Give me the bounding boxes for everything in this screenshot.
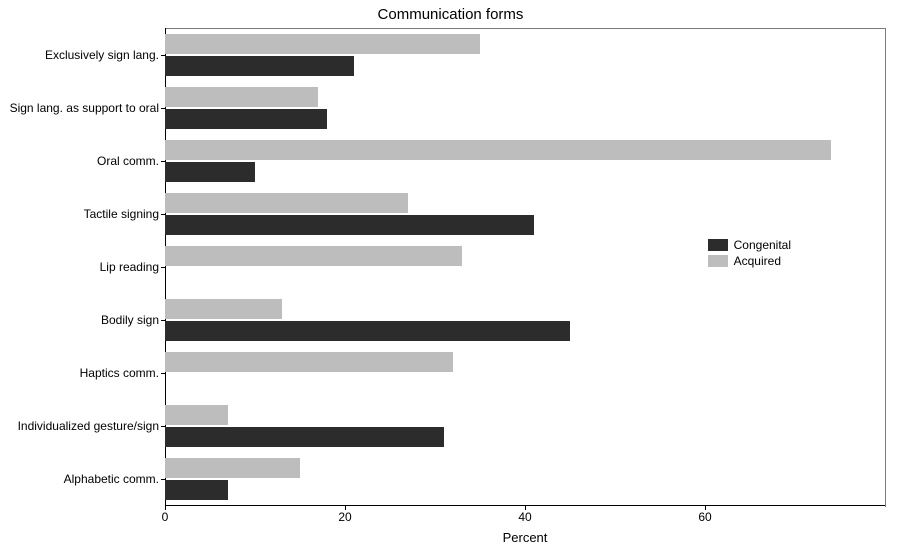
legend-label-congenital: Congenital [734, 238, 791, 252]
category-label: Exclusively sign lang. [45, 48, 159, 62]
category-label: Lip reading [100, 260, 159, 274]
bar-acquired [165, 458, 300, 478]
bar-acquired [165, 246, 462, 266]
x-axis-label: Percent [165, 530, 885, 545]
category-label: Bodily sign [101, 313, 159, 327]
legend-swatch-congenital [708, 239, 728, 251]
bar-congenital [165, 162, 255, 182]
bar-acquired [165, 299, 282, 319]
bar-acquired [165, 87, 318, 107]
x-tick-label: 0 [162, 510, 169, 524]
bar-congenital [165, 427, 444, 447]
chart-title: Communication forms [0, 6, 901, 23]
legend-item-acquired: Acquired [708, 254, 791, 268]
x-tick-label: 20 [338, 510, 351, 524]
category-label: Sign lang. as support to oral [10, 101, 159, 115]
category-label: Oral comm. [97, 154, 159, 168]
bar-acquired [165, 405, 228, 425]
bar-congenital [165, 321, 570, 341]
y-tick-mark [161, 373, 165, 374]
legend: Congenital Acquired [708, 236, 791, 270]
bar-congenital [165, 56, 354, 76]
bar-acquired [165, 352, 453, 372]
y-tick-mark [161, 267, 165, 268]
bar-acquired [165, 34, 480, 54]
chart-stage: Communication forms 0 20 40 60 Exclusively … [0, 0, 901, 549]
bar-acquired [165, 193, 408, 213]
bar-congenital [165, 109, 327, 129]
x-tick-label: 60 [698, 510, 711, 524]
category-label: Tactile signing [84, 207, 159, 221]
legend-swatch-acquired [708, 255, 728, 267]
bar-congenital [165, 480, 228, 500]
category-label: Individualized gesture/sign [18, 419, 159, 433]
bar-congenital [165, 215, 534, 235]
x-tick-label: 40 [518, 510, 531, 524]
category-label: Haptics comm. [80, 366, 159, 380]
bar-acquired [165, 140, 831, 160]
category-label: Alphabetic comm. [64, 472, 159, 486]
legend-label-acquired: Acquired [734, 254, 781, 268]
legend-item-congenital: Congenital [708, 238, 791, 252]
